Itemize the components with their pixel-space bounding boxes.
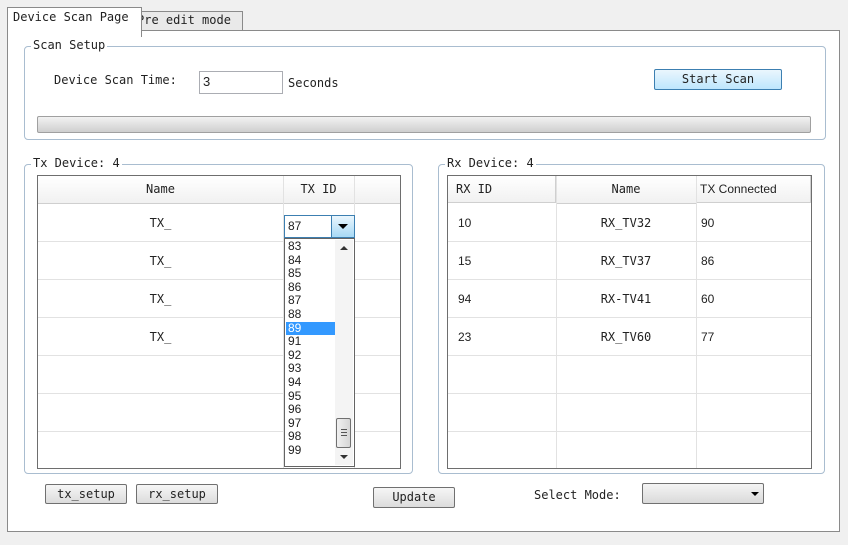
dropdown-option[interactable]: 83 (286, 239, 336, 254)
combobox-button[interactable] (331, 216, 354, 237)
scan-time-input[interactable]: 3 (199, 71, 283, 94)
rx-tx-cell: 90 (701, 216, 715, 230)
rx-id-cell: 94 (458, 292, 472, 306)
table-row[interactable]: 10 RX_TV32 90 (448, 204, 811, 242)
dropdown-option[interactable]: 88 (286, 307, 336, 322)
dropdown-option[interactable]: 96 (286, 403, 336, 417)
dropdown-option[interactable]: 93 (286, 362, 336, 376)
rx-device-title: Rx Device: 4 (445, 156, 536, 170)
scan-progress-bar (37, 116, 811, 133)
tx-name-cell: TX_ (149, 292, 172, 306)
rx-name-cell: RX_TV32 (600, 216, 652, 230)
tx-device-title: Tx Device: 4 (31, 156, 122, 170)
rx-tx-cell: 77 (701, 330, 715, 344)
tx-id-dropdown-list[interactable]: 83 84 85 86 87 88 89 91 92 93 94 95 96 97 98 99 (284, 238, 355, 467)
seconds-label: Seconds (288, 76, 339, 90)
table-row (448, 356, 811, 394)
rx-col-tx-connected: TX Connected (696, 176, 811, 203)
rx-setup-button[interactable]: rx_setup (136, 484, 218, 504)
dropdown-option[interactable]: 87 (286, 294, 336, 308)
tx-setup-button[interactable]: tx_setup (45, 484, 127, 504)
tab-label: Pre edit mode (137, 13, 231, 27)
scrollbar-thumb[interactable] (336, 418, 351, 448)
start-scan-button[interactable]: Start Scan (654, 69, 782, 90)
rx-name-cell: RX_TV60 (600, 330, 652, 344)
dropdown-option[interactable]: 84 (286, 253, 336, 268)
rx-id-cell: 10 (458, 216, 472, 230)
scroll-up-icon[interactable] (340, 246, 348, 250)
table-row[interactable]: 23 RX_TV60 77 (448, 318, 811, 356)
tx-id-combobox[interactable]: 87 (284, 215, 355, 238)
dropdown-option[interactable]: 98 (286, 430, 336, 444)
tx-name-cell: TX_ (149, 330, 172, 344)
rx-name-cell: RX_TV37 (600, 254, 652, 268)
tx-col-filler (354, 176, 400, 204)
tx-name-cell: TX_ (149, 254, 172, 268)
dropdown-option[interactable]: 85 (286, 267, 336, 281)
scan-time-label: Device Scan Time: (54, 73, 177, 87)
rx-device-table: RX ID Name TX Connected 10 RX_TV32 90 15… (447, 175, 812, 469)
table-row[interactable]: 15 RX_TV37 86 (448, 242, 811, 280)
dropdown-option[interactable]: 94 (286, 375, 336, 390)
rx-id-cell: 23 (458, 330, 472, 344)
update-button[interactable]: Update (373, 487, 455, 508)
table-row (448, 432, 811, 468)
rx-id-cell: 15 (458, 254, 472, 268)
select-mode-combobox[interactable] (642, 483, 764, 504)
rx-col-id: RX ID (448, 176, 556, 203)
dropdown-option[interactable]: 97 (286, 416, 336, 431)
dropdown-option[interactable]: 89 (286, 321, 336, 336)
rx-tx-cell: 86 (701, 254, 715, 268)
tx-name-cell: TX_ (149, 216, 172, 230)
scroll-down-icon[interactable] (340, 455, 348, 459)
grip-icon (341, 429, 347, 430)
tx-col-id: TX ID (283, 176, 355, 204)
dropdown-option[interactable]: 99 (286, 443, 336, 458)
rx-tx-cell: 60 (701, 292, 715, 306)
table-row (448, 394, 811, 432)
tx-id-combobox-value: 87 (288, 219, 302, 233)
tx-col-name: Name (38, 176, 284, 204)
rx-name-cell: RX-TV41 (600, 292, 652, 306)
scan-setup-title: Scan Setup (31, 38, 108, 52)
select-mode-label: Select Mode: (534, 488, 621, 502)
dropdown-option[interactable]: 91 (286, 335, 336, 349)
tab-label: Device Scan Page (13, 10, 129, 24)
dropdown-option[interactable]: 95 (286, 389, 336, 404)
rx-col-name: Name (556, 176, 697, 204)
dropdown-option[interactable]: 86 (286, 280, 336, 295)
chevron-down-icon (338, 224, 348, 229)
dropdown-scrollbar[interactable] (335, 240, 353, 465)
chevron-down-icon (751, 492, 759, 496)
table-row[interactable]: 94 RX-TV41 60 (448, 280, 811, 318)
dropdown-option[interactable]: 92 (286, 348, 336, 363)
tab-device-scan-page[interactable]: Device Scan Page (7, 7, 142, 37)
